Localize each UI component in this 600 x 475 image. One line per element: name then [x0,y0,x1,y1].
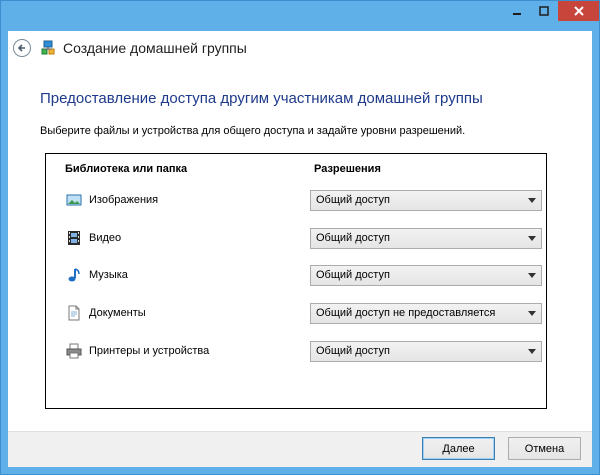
page-heading: Предоставление доступа другим участникам… [40,90,483,107]
close-button[interactable] [558,1,599,21]
wizard-footer: Далее Отмена [8,431,592,467]
chevron-down-icon [528,273,536,278]
permission-value: Общий доступ [316,345,390,357]
pictures-icon [66,194,82,206]
permission-dropdown-documents[interactable]: Общий доступ не предоставляется [310,303,542,324]
permission-value: Общий доступ [316,194,390,206]
homegroup-icon [41,40,55,55]
library-label: Принтеры и устройства [89,345,210,357]
chevron-down-icon [528,236,536,241]
minimize-button[interactable] [503,1,530,21]
permission-value: Общий доступ [316,232,390,244]
library-label: Изображения [89,194,159,206]
cancel-button[interactable]: Отмена [508,437,581,460]
permissions-column-header: Разрешения [314,163,381,175]
printer-icon [66,343,82,359]
permission-dropdown-pictures[interactable]: Общий доступ [310,190,542,211]
chevron-down-icon [528,311,536,316]
title-bar [1,1,599,31]
library-label: Документы [89,307,146,319]
permission-dropdown-printers[interactable]: Общий доступ [310,341,542,362]
wizard-content: Создание домашней группы Предоставление … [8,31,592,467]
wizard-nav-bar: Создание домашней группы [8,31,592,64]
maximize-button[interactable] [531,1,557,21]
close-icon [573,6,584,16]
homegroup-window: Создание домашней группы Предоставление … [0,0,600,475]
page-description: Выберите файлы и устройства для общего д… [40,125,466,137]
library-column-header: Библиотека или папка [65,163,188,175]
back-button[interactable] [13,39,31,57]
window-title: Создание домашней группы [63,40,247,56]
documents-icon [68,305,80,321]
sharing-list: Библиотека или папка Разрешения Изображе… [45,153,547,409]
maximize-icon [539,6,549,16]
library-label: Музыка [89,269,128,281]
video-icon [68,231,80,245]
next-button[interactable]: Далее [422,437,495,460]
chevron-down-icon [528,349,536,354]
permission-value: Общий доступ не предоставляется [316,307,496,319]
chevron-down-icon [528,198,536,203]
permission-dropdown-video[interactable]: Общий доступ [310,228,542,249]
back-arrow-icon [17,44,25,52]
minimize-icon [512,13,521,15]
library-label: Видео [89,232,122,244]
permission-dropdown-music[interactable]: Общий доступ [310,265,542,286]
music-icon [68,268,80,282]
permission-value: Общий доступ [316,269,390,281]
